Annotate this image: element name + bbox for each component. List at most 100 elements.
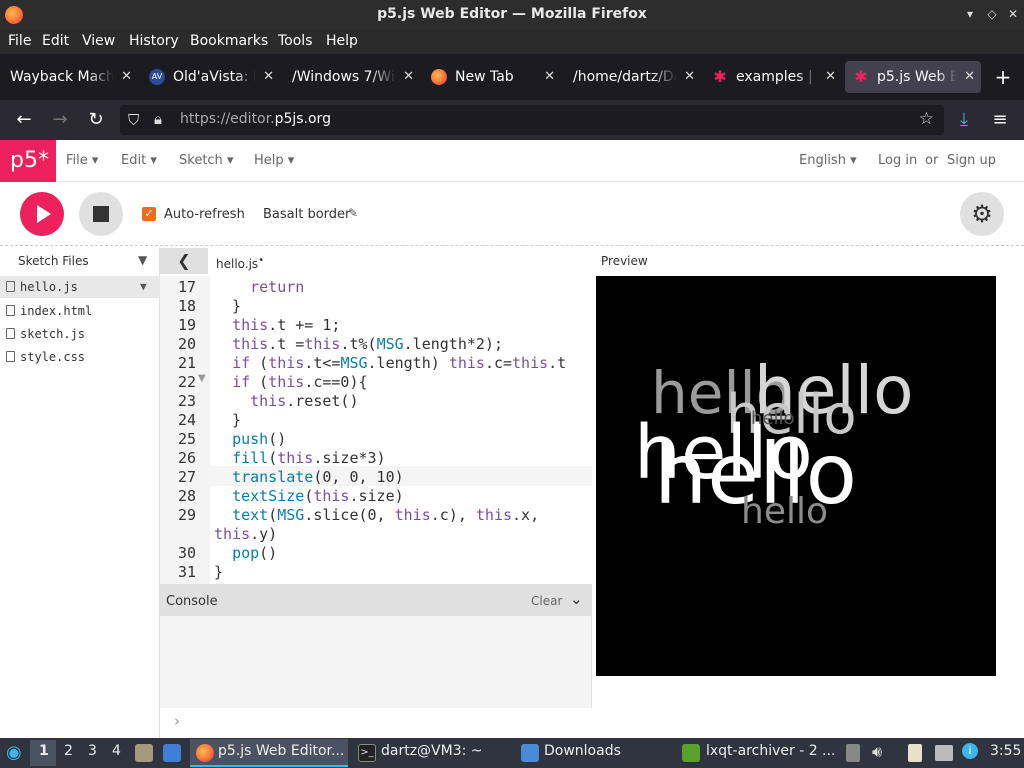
tab-close-icon[interactable]: ✕ <box>263 61 274 93</box>
battery-icon[interactable] <box>846 744 860 762</box>
close-button[interactable]: ✕ <box>1005 6 1021 22</box>
taskbar-item-firefox[interactable]: p5.js Web Editor... <box>190 739 348 767</box>
console-input-row[interactable]: › <box>160 708 592 738</box>
code-line[interactable]: } <box>214 563 223 581</box>
maximize-button[interactable]: ◇ <box>984 6 1000 22</box>
auto-refresh-checkbox[interactable]: ✓ <box>142 207 156 221</box>
notification-icon[interactable]: i <box>962 743 978 759</box>
taskbar-item-archiver[interactable]: lxqt-archiver - 2 ... <box>706 743 835 759</box>
preview-hello-text: hello <box>751 408 795 429</box>
stop-button[interactable] <box>79 192 123 236</box>
volume-icon[interactable]: 🔊︎ <box>872 742 882 762</box>
tab-p5-editor[interactable]: ✱ p5.js Web Ed ✕ <box>845 61 981 93</box>
file-style-css[interactable]: style.css <box>0 346 160 368</box>
downloads-icon[interactable]: ⤓ <box>954 110 974 130</box>
console-clear-button[interactable]: Clear <box>531 594 562 608</box>
terminal-icon: >_ <box>358 744 376 762</box>
p5-menu-sketch[interactable]: Sketch ▾ <box>179 153 233 168</box>
forward-arrow-icon[interactable]: → <box>50 110 70 130</box>
clipboard-icon[interactable] <box>908 744 922 762</box>
reload-icon[interactable]: ↻ <box>86 110 106 130</box>
code-line[interactable]: if (this.t<=MSG.length) this.c=this.t <box>214 354 566 372</box>
workspace-2[interactable]: 2 <box>64 743 73 759</box>
tab-windows7[interactable]: /Windows 7/Wi ✕ <box>282 61 420 93</box>
shield-icon[interactable]: ⛉ <box>128 111 139 129</box>
menu-bookmarks[interactable]: Bookmarks <box>190 33 268 49</box>
code-line[interactable]: push() <box>214 430 286 448</box>
workspace-3[interactable]: 3 <box>88 743 97 759</box>
file-manager-icon[interactable] <box>135 744 153 762</box>
menu-edit[interactable]: Edit <box>42 33 69 49</box>
tab-close-icon[interactable]: ✕ <box>964 61 975 93</box>
tab-close-icon[interactable]: ✕ <box>825 61 836 93</box>
tab-close-icon[interactable]: ✕ <box>684 61 695 93</box>
fold-chevron-icon[interactable]: ▼ <box>198 373 206 384</box>
tab-new-tab[interactable]: New Tab ✕ <box>423 61 561 93</box>
tab-close-icon[interactable]: ✕ <box>544 61 555 93</box>
menu-help[interactable]: Help <box>326 33 358 49</box>
editor-filename[interactable]: hello.js• <box>216 255 264 271</box>
taskbar-item-downloads[interactable]: Downloads <box>544 743 621 759</box>
minimize-button[interactable]: ▾ <box>962 6 978 22</box>
pencil-icon[interactable]: ✎ <box>348 206 358 220</box>
sketch-name[interactable]: Basalt border <box>263 207 350 222</box>
code-line[interactable]: translate(0, 0, 10) <box>214 468 404 486</box>
code-line[interactable]: if (this.c==0){ <box>214 373 367 391</box>
code-line[interactable]: } <box>214 411 241 429</box>
workspace-4[interactable]: 4 <box>112 743 121 759</box>
menu-view[interactable]: View <box>82 33 115 49</box>
lock-icon[interactable]: 🔒︎ <box>154 110 162 128</box>
code-line[interactable]: this.t += 1; <box>214 316 340 334</box>
login-link[interactable]: Log in <box>878 153 917 168</box>
tab-close-icon[interactable]: ✕ <box>121 61 132 93</box>
tab-label: New Tab <box>455 69 514 85</box>
url-text[interactable]: https://editor.p5js.org <box>180 111 331 127</box>
sketch-files-title: Sketch Files <box>18 254 89 268</box>
start-menu-icon[interactable]: ◉ <box>6 742 22 763</box>
code-line[interactable]: textSize(this.size) <box>214 487 404 505</box>
bookmark-star-icon[interactable]: ☆ <box>919 109 934 129</box>
preview-canvas[interactable]: hello hello hello hello hello hello hello <box>596 276 996 676</box>
tab-oldavista[interactable]: AV Old'aVista: H ✕ <box>141 61 280 93</box>
menu-file[interactable]: File <box>8 33 31 49</box>
tab-close-icon[interactable]: ✕ <box>403 61 414 93</box>
code-line[interactable]: fill(this.size*3) <box>214 449 386 467</box>
url-bar[interactable]: ⛉ 🔒︎ https://editor.p5js.org ☆ <box>120 105 944 135</box>
network-icon[interactable] <box>935 745 953 761</box>
chevron-down-icon[interactable]: ▼ <box>140 276 147 298</box>
code-line[interactable]: text(MSG.slice(0, this.c), this.x, <box>214 506 539 524</box>
hamburger-menu-icon[interactable]: ≡ <box>990 110 1010 130</box>
p5-menu-file[interactable]: File ▾ <box>66 153 98 168</box>
collapse-sidebar-chevron-left-icon[interactable]: ❮ <box>160 248 208 274</box>
p5-logo[interactable]: p5* <box>0 140 56 182</box>
back-arrow-icon[interactable]: ← <box>14 110 34 130</box>
code-line[interactable]: } <box>214 297 241 315</box>
code-line[interactable]: return <box>214 278 304 296</box>
p5-menu-help[interactable]: Help ▾ <box>254 153 294 168</box>
tab-examples[interactable]: ✱ examples | p ✕ <box>704 61 842 93</box>
settings-gear-icon[interactable]: ⚙ <box>960 192 1004 236</box>
menu-tools[interactable]: Tools <box>278 33 313 49</box>
file-index-html[interactable]: index.html <box>0 300 160 322</box>
show-desktop-icon[interactable] <box>163 744 181 762</box>
file-hello-js[interactable]: hello.js ▼ <box>0 276 160 298</box>
code-line[interactable]: this.y) <box>214 525 277 543</box>
file-sketch-js[interactable]: sketch.js <box>0 323 160 345</box>
code-line[interactable]: this.t =this.t%(MSG.length*2); <box>214 335 503 353</box>
line-number: 28 <box>177 487 196 505</box>
p5-menu-edit[interactable]: Edit ▾ <box>121 153 157 168</box>
tab-home-dartz[interactable]: /home/dartz/Do ✕ <box>563 61 701 93</box>
code-line[interactable]: pop() <box>214 544 277 562</box>
taskbar-item-terminal[interactable]: dartz@VM3: ~ <box>381 743 483 759</box>
language-select[interactable]: English ▾ <box>799 153 857 168</box>
chevron-down-icon[interactable]: ⌄ <box>570 590 583 608</box>
menu-history[interactable]: History <box>129 33 179 49</box>
play-button[interactable] <box>20 192 64 236</box>
tab-wayback[interactable]: Wayback Machine ✕ <box>0 61 138 93</box>
code-line[interactable]: this.reset() <box>214 392 358 410</box>
new-tab-plus-icon[interactable]: + <box>990 61 1016 93</box>
file-icon <box>6 281 15 292</box>
workspace-1[interactable]: 1 <box>39 743 49 759</box>
signup-link[interactable]: Sign up <box>947 153 996 168</box>
chevron-down-icon[interactable]: ▼ <box>138 253 147 267</box>
